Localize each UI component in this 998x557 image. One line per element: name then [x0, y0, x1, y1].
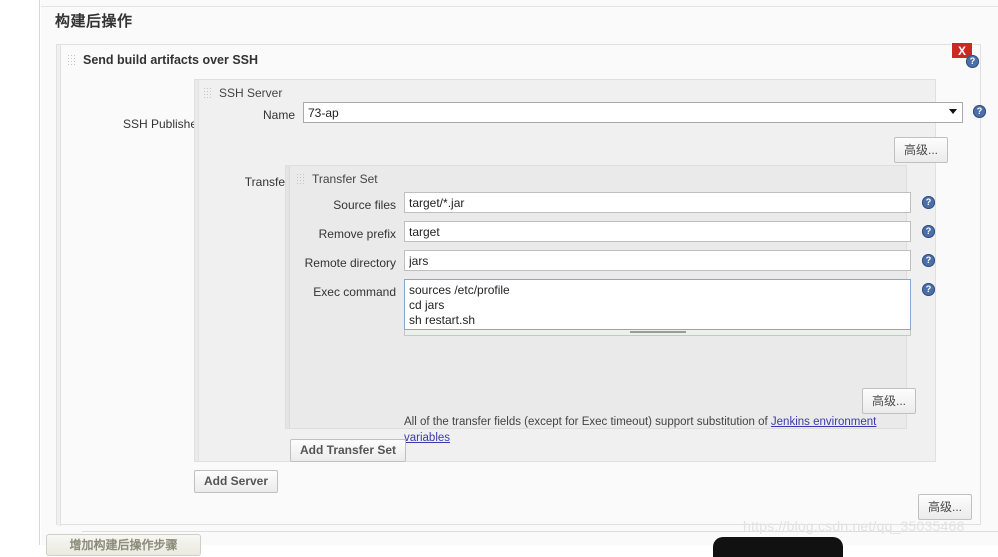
left-gutter — [0, 0, 40, 545]
source-files-label: Source files — [333, 198, 396, 212]
server-name-select[interactable]: 73-ap — [303, 102, 963, 123]
source-files-input[interactable] — [404, 192, 911, 213]
drag-handle-icon[interactable] — [203, 86, 212, 100]
content-area: 构建后操作 Send build artifacts over SSH X SS… — [41, 0, 998, 545]
help-icon-exec-command[interactable]: ? — [922, 283, 935, 296]
help-icon-publisher[interactable]: ? — [966, 55, 979, 68]
top-divider — [41, 6, 998, 7]
add-transfer-set-button[interactable]: Add Transfer Set — [290, 439, 407, 462]
substitution-note-text: All of the transfer fields (except for E… — [404, 416, 771, 428]
ssh-server-header: SSH Server — [203, 86, 282, 100]
add-server-button[interactable]: Add Server — [194, 470, 279, 493]
publisher-header: Send build artifacts over SSH — [67, 51, 258, 69]
transfers-label: Transfers — [244, 175, 295, 189]
publisher-title: Send build artifacts over SSH — [83, 53, 259, 67]
publisher-left-accent — [57, 45, 61, 526]
drag-handle-icon[interactable] — [67, 53, 76, 67]
watermark: https://blog.csdn.net/qq_35035468 — [743, 518, 965, 534]
help-icon-source-files[interactable]: ? — [922, 196, 935, 209]
bottom-overlay-shape — [713, 537, 843, 557]
ssh-server-panel: SSH Server Name 73-ap ? 高级... Transfers — [194, 79, 986, 462]
server-left-accent — [195, 80, 199, 461]
publisher-block: Send build artifacts over SSH X SSH Publ… — [56, 42, 986, 526]
server-name-label: Name — [262, 108, 295, 122]
help-icon-server-name[interactable]: ? — [973, 105, 986, 118]
help-icon-remote-directory[interactable]: ? — [922, 254, 935, 267]
remove-prefix-label: Remove prefix — [318, 227, 396, 241]
transfer-set-title: Transfer Set — [312, 172, 378, 186]
page-root: 构建后操作 Send build artifacts over SSH X SS… — [0, 0, 998, 557]
help-icon-remove-prefix[interactable]: ? — [922, 225, 935, 238]
page-title: 构建后操作 — [55, 13, 133, 30]
transfer-set-panel: Transfer Set Source files ? Remove prefi… — [285, 165, 935, 444]
advanced-publisher-button[interactable]: 高级... — [918, 494, 973, 520]
textarea-resize-handle[interactable] — [404, 330, 911, 336]
remote-directory-input[interactable] — [404, 250, 911, 271]
remote-directory-label: Remote directory — [304, 256, 396, 270]
exec-command-label: Exec command — [313, 285, 396, 299]
ssh-server-title: SSH Server — [219, 86, 283, 100]
substitution-note: All of the transfer fields (except for E… — [404, 414, 904, 446]
advanced-server-button[interactable]: 高级... — [894, 137, 949, 163]
remove-prefix-input[interactable] — [404, 221, 911, 242]
add-post-build-step-button[interactable]: 增加构建后操作步骤 — [46, 534, 201, 556]
server-name-select-wrap: 73-ap — [303, 102, 963, 123]
transfer-set-header: Transfer Set — [296, 172, 378, 186]
advanced-transfer-set-button[interactable]: 高级... — [862, 388, 917, 414]
exec-command-textarea[interactable]: sources /etc/profile cd jars sh restart.… — [404, 279, 911, 330]
drag-handle-icon[interactable] — [296, 172, 305, 186]
ssh-publishers-label: SSH Publishers — [122, 117, 207, 131]
